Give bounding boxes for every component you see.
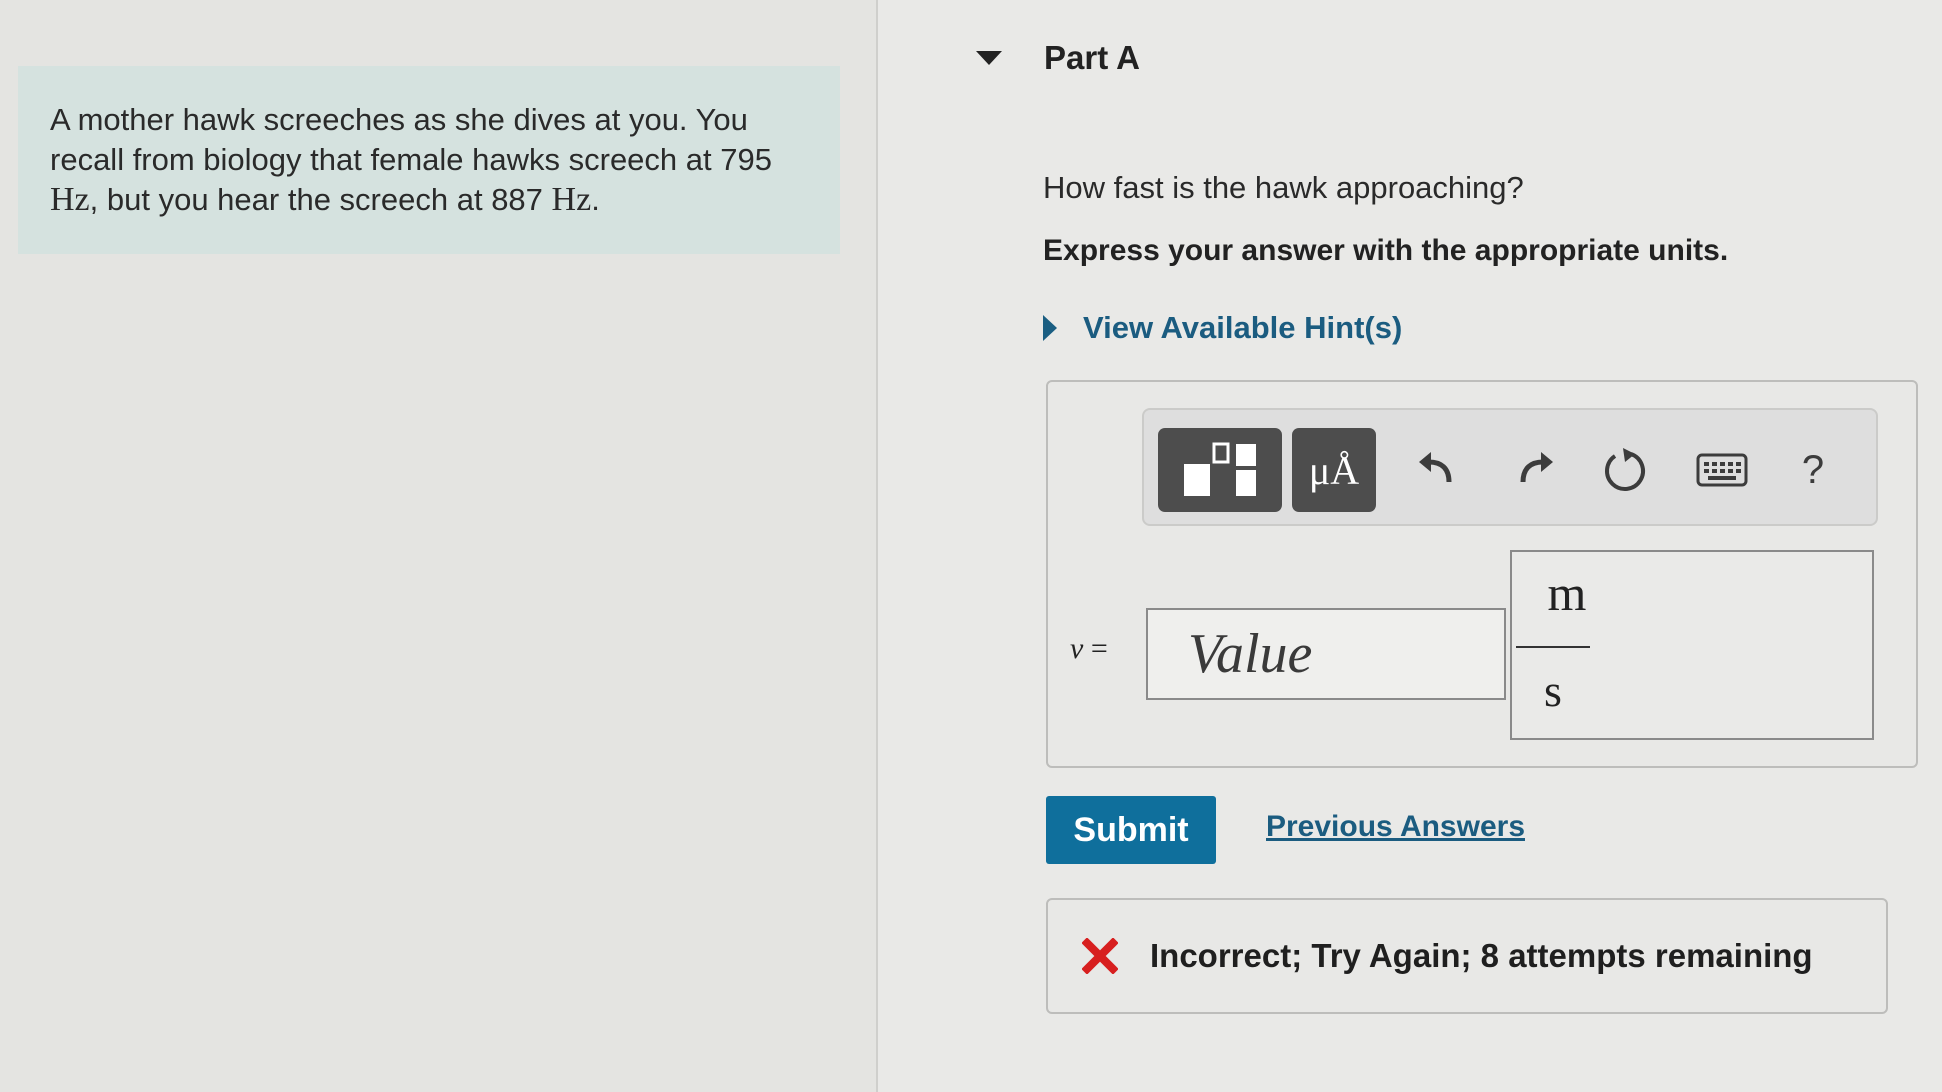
unit-denominator: s xyxy=(1544,665,1562,716)
variable-symbol: v xyxy=(1070,632,1084,665)
frequency-2-value: 887 xyxy=(491,182,543,217)
problem-text-2: , but you hear the screech at xyxy=(89,182,492,217)
problem-text-3: . xyxy=(591,182,600,217)
previous-answers-link[interactable]: Previous Answers xyxy=(1266,810,1525,844)
answer-box: μÅ ? v = m s xyxy=(1046,380,1918,768)
reset-icon[interactable] xyxy=(1590,428,1660,512)
help-button[interactable]: ? xyxy=(1778,428,1848,512)
frequency-1-unit: Hz xyxy=(50,181,90,218)
frequency-1-value: 795 xyxy=(720,142,772,177)
undo-icon[interactable] xyxy=(1402,428,1472,512)
templates-icon xyxy=(1184,442,1256,496)
units-input[interactable]: m s xyxy=(1510,550,1874,740)
unit-numerator: m xyxy=(1547,565,1587,621)
problem-statement: A mother hawk screeches as she dives at … xyxy=(18,66,840,254)
equals-sign: = xyxy=(1083,632,1108,665)
frequency-2-unit: Hz xyxy=(551,181,592,218)
feedback-message: Incorrect; Try Again; 8 attempts remaini… xyxy=(1150,937,1813,974)
fraction-bar xyxy=(1516,646,1590,648)
instruction-text: Express your answer with the appropriate… xyxy=(1043,234,1729,267)
problem-text-1: A mother hawk screeches as she dives at … xyxy=(50,102,748,177)
math-toolbar: μÅ ? xyxy=(1142,408,1878,526)
view-hints-link[interactable]: View Available Hint(s) xyxy=(1083,310,1402,346)
left-pane: A mother hawk screeches as she dives at … xyxy=(0,0,876,1092)
units-button[interactable]: μÅ xyxy=(1292,428,1376,512)
part-title: Part A xyxy=(1044,39,1140,76)
part-header[interactable]: Part A xyxy=(976,38,1140,78)
submit-button[interactable]: Submit xyxy=(1046,796,1216,864)
expand-triangle-icon xyxy=(1043,315,1057,341)
redo-icon[interactable] xyxy=(1500,428,1570,512)
templates-button[interactable] xyxy=(1158,428,1282,512)
view-hints-toggle[interactable]: View Available Hint(s) xyxy=(1043,310,1402,346)
incorrect-x-icon xyxy=(1082,938,1118,974)
keyboard-icon[interactable] xyxy=(1682,428,1762,512)
value-input[interactable] xyxy=(1146,608,1506,700)
collapse-triangle-icon[interactable] xyxy=(976,51,1002,65)
variable-label: v = xyxy=(1070,632,1108,666)
question-text: How fast is the hawk approaching? xyxy=(1043,170,1524,205)
feedback-box: Incorrect; Try Again; 8 attempts remaini… xyxy=(1046,898,1888,1014)
